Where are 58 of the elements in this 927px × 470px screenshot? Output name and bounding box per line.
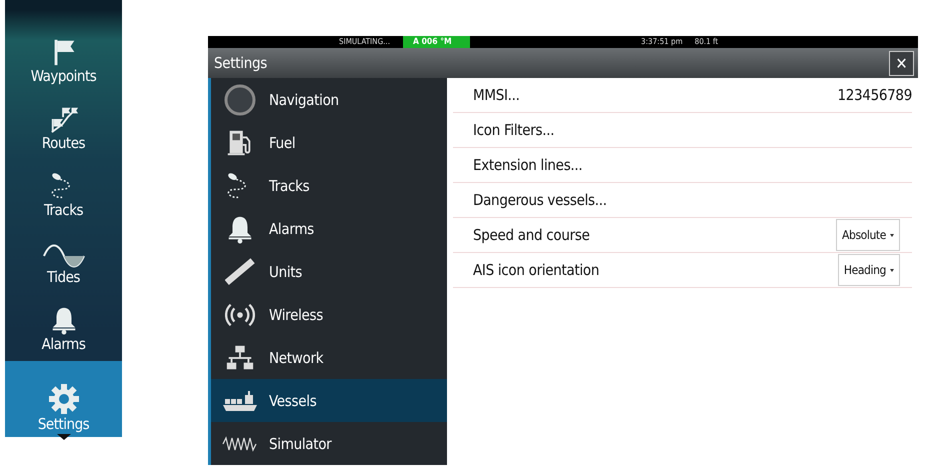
sidebar-label: Settings xyxy=(38,415,90,434)
option-row[interactable]: Extension lines... xyxy=(453,148,912,183)
sidebar-item[interactable]: Settings xyxy=(5,361,122,438)
menu-item[interactable]: Units xyxy=(211,250,447,293)
sidebar-item[interactable]: Waypoints xyxy=(5,22,122,90)
menu-label: Network xyxy=(269,348,324,366)
option-label: Icon Filters... xyxy=(473,121,554,139)
option-label: Dangerous vessels... xyxy=(473,191,607,209)
option-value: 123456789 xyxy=(837,86,912,104)
menu-label: Simulator xyxy=(269,434,332,452)
sidebar-item[interactable]: Tides xyxy=(5,223,122,290)
menu-item[interactable]: Alarms xyxy=(211,207,447,250)
sine-wave-icon xyxy=(42,244,86,268)
menu-item[interactable]: Wireless xyxy=(211,293,447,336)
heading-readout: A 006 °M xyxy=(403,36,470,48)
menu-item[interactable]: Tracks xyxy=(211,164,447,207)
sidebar-label: Alarms xyxy=(42,335,86,354)
menu-item[interactable]: Simulator xyxy=(211,422,447,465)
cargo-ship-icon xyxy=(222,388,258,412)
window-title: Settings xyxy=(214,54,267,72)
sidebar-item[interactable]: Tracks xyxy=(5,156,122,224)
sidebar-item[interactable]: Routes xyxy=(5,89,122,156)
simulating-text: SIMULATING... xyxy=(339,36,391,48)
dropdown[interactable]: Heading xyxy=(838,254,900,286)
menu-item[interactable]: Navigation xyxy=(211,78,447,121)
sidebar-label: Tides xyxy=(47,268,80,286)
menu-item[interactable]: Fuel xyxy=(211,121,447,164)
caret-icon xyxy=(890,268,894,272)
option-row[interactable]: AIS icon orientation Heading xyxy=(453,253,912,288)
menu-label: Alarms xyxy=(269,220,314,238)
menu-label: Fuel xyxy=(269,134,296,152)
sidebar-label: Tracks xyxy=(44,201,84,220)
menu-label: Vessels xyxy=(269,392,316,410)
menu-label: Navigation xyxy=(269,90,339,108)
option-label: Extension lines... xyxy=(473,156,582,174)
option-label: Speed and course xyxy=(473,226,590,244)
option-label: MMSI... xyxy=(473,86,520,104)
option-row[interactable]: Speed and course Absolute xyxy=(453,218,912,253)
dropdown[interactable]: Absolute xyxy=(836,219,900,251)
caret-icon xyxy=(57,434,71,440)
close-button[interactable]: ✕ xyxy=(889,50,914,76)
menu-label: Units xyxy=(269,262,302,280)
option-row[interactable]: Icon Filters... xyxy=(453,113,912,148)
time-readout: 3:37:51 pm xyxy=(641,36,683,48)
option-row[interactable]: MMSI... 123456789 xyxy=(453,78,912,113)
menu-label: Wireless xyxy=(269,306,324,324)
option-row[interactable]: Dangerous vessels... xyxy=(453,183,912,218)
depth-readout: 80.1 ft xyxy=(694,36,718,48)
gear-icon xyxy=(48,383,80,416)
menu-label: Tracks xyxy=(269,176,310,194)
sidebar-label: Waypoints xyxy=(30,67,96,86)
menu-item[interactable]: Vessels xyxy=(211,379,447,422)
caret-icon xyxy=(890,234,894,236)
sidebar-label: Routes xyxy=(42,134,86,152)
menu-item[interactable]: Network xyxy=(211,336,447,379)
waveform-icon xyxy=(222,434,258,454)
sidebar-item[interactable]: Alarms xyxy=(5,290,122,358)
option-label: AIS icon orientation xyxy=(473,261,600,279)
